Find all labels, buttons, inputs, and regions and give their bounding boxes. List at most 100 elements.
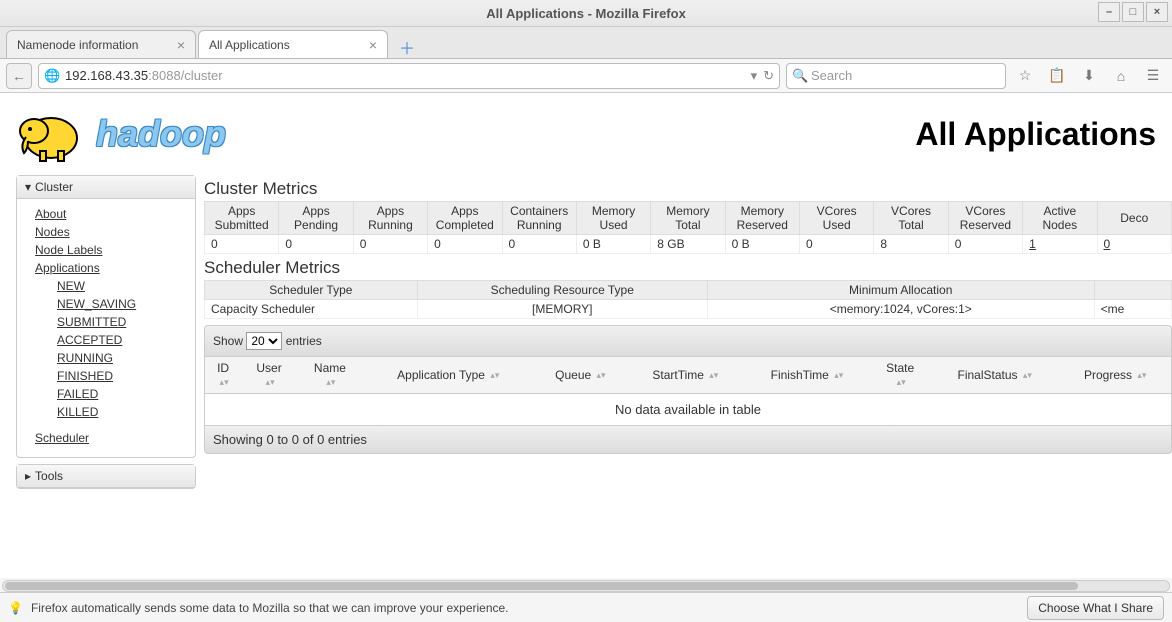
sidebar-head-cluster[interactable]: ▾ Cluster xyxy=(17,176,195,199)
applications-table: ID▴▾ User▴▾ Name▴▾ Application Type ▴▾ Q… xyxy=(204,357,1172,425)
choose-what-i-share-button[interactable]: Choose What I Share xyxy=(1027,596,1164,620)
sidebar-link-node-labels[interactable]: Node Labels xyxy=(35,241,185,259)
sidebar-tools-label: Tools xyxy=(35,469,63,483)
cluster-metrics-title: Cluster Metrics xyxy=(204,179,1172,199)
th-apps-completed[interactable]: Apps Completed xyxy=(428,202,502,235)
sidebar-link-killed[interactable]: KILLED xyxy=(57,403,185,421)
th-memory-reserved[interactable]: Memory Reserved xyxy=(725,202,799,235)
sidebar-link-scheduler[interactable]: Scheduler xyxy=(35,429,185,447)
th-queue[interactable]: Queue ▴▾ xyxy=(534,357,627,394)
sidebar-head-tools[interactable]: ▸ Tools xyxy=(17,465,195,488)
cell: <me xyxy=(1094,300,1171,319)
sidebar-panel-tools: ▸ Tools xyxy=(16,464,196,489)
sidebar-link-running[interactable]: RUNNING xyxy=(57,349,185,367)
th-scheduling-resource-type[interactable]: Scheduling Resource Type xyxy=(417,281,707,300)
th-finishtime[interactable]: FinishTime ▴▾ xyxy=(744,357,871,394)
datatable-top-bar: Show 20 entries xyxy=(204,325,1172,357)
sidebar-link-finished[interactable]: FINISHED xyxy=(57,367,185,385)
window-close-button[interactable]: × xyxy=(1146,2,1168,22)
th-active-nodes[interactable]: Active Nodes xyxy=(1023,202,1097,235)
hadoop-header: hadoop All Applications xyxy=(0,93,1172,165)
th-vcores-used[interactable]: VCores Used xyxy=(800,202,874,235)
info-message: Firefox automatically sends some data to… xyxy=(31,601,509,615)
chevron-down-icon: ▾ xyxy=(25,180,31,194)
th-name[interactable]: Name▴▾ xyxy=(297,357,363,394)
entries-select[interactable]: 20 xyxy=(246,332,282,350)
sort-icon: ▴▾ xyxy=(1023,371,1032,379)
url-bar[interactable]: 🌐 192.168.43.35:8088/cluster ▾ ↻ xyxy=(38,63,780,89)
scrollbar-thumb[interactable] xyxy=(5,582,1078,590)
search-bar[interactable]: 🔍 Search xyxy=(786,63,1006,89)
table-row: Capacity Scheduler [MEMORY] <memory:1024… xyxy=(205,300,1172,319)
th-deco[interactable]: Deco xyxy=(1097,202,1172,235)
th-state[interactable]: State▴▾ xyxy=(870,357,930,394)
hamburger-menu-icon[interactable]: ☰ xyxy=(1140,63,1166,89)
sidebar-link-submitted[interactable]: SUBMITTED xyxy=(57,313,185,331)
th-memory-used[interactable]: Memory Used xyxy=(576,202,650,235)
cell: 8 xyxy=(874,235,948,254)
url-port: :8088 xyxy=(148,68,181,83)
th-starttime[interactable]: StartTime ▴▾ xyxy=(627,357,744,394)
bookmark-star-icon[interactable]: ☆ xyxy=(1012,63,1038,89)
sidebar-link-failed[interactable]: FAILED xyxy=(57,385,185,403)
home-icon[interactable]: ⌂ xyxy=(1108,63,1134,89)
th-memory-total[interactable]: Memory Total xyxy=(651,202,725,235)
th-finalstatus[interactable]: FinalStatus ▴▾ xyxy=(930,357,1059,394)
search-icon: 🔍 xyxy=(792,68,808,84)
hadoop-logo-text: hadoop xyxy=(96,113,226,155)
close-icon[interactable]: × xyxy=(177,37,185,53)
sort-icon: ▴▾ xyxy=(834,371,843,379)
sidebar-link-accepted[interactable]: ACCEPTED xyxy=(57,331,185,349)
th-vcores-total[interactable]: VCores Total xyxy=(874,202,948,235)
window-controls: – □ × xyxy=(1098,2,1168,22)
show-label-pre: Show xyxy=(213,334,243,348)
sidebar-cluster-body: About Nodes Node Labels Applications NEW… xyxy=(17,199,195,457)
th-apps-running[interactable]: Apps Running xyxy=(353,202,427,235)
th-vcores-reserved[interactable]: VCores Reserved xyxy=(948,202,1022,235)
th-progress[interactable]: Progress ▴▾ xyxy=(1059,357,1171,394)
url-path: /cluster xyxy=(181,68,223,83)
hadoop-logo[interactable]: hadoop xyxy=(16,103,226,165)
globe-icon: 🌐 xyxy=(44,68,60,84)
cell-active-nodes-link[interactable]: 1 xyxy=(1023,235,1097,254)
th-id[interactable]: ID▴▾ xyxy=(205,357,242,394)
url-host: 192.168.43.35 xyxy=(65,68,148,83)
new-tab-button[interactable]: ＋ xyxy=(394,36,420,58)
sort-icon: ▴▾ xyxy=(897,378,906,386)
table-header-row: Apps Submitted Apps Pending Apps Running… xyxy=(205,202,1172,235)
window-maximize-button[interactable]: □ xyxy=(1122,2,1144,22)
close-icon[interactable]: × xyxy=(369,37,377,53)
tab-label: Namenode information xyxy=(17,38,138,52)
sidebar-link-new-saving[interactable]: NEW_SAVING xyxy=(57,295,185,313)
th-apps-pending[interactable]: Apps Pending xyxy=(279,202,353,235)
sidebar-link-applications[interactable]: Applications xyxy=(35,259,185,277)
cell: 0 B xyxy=(725,235,799,254)
th-scheduler-type[interactable]: Scheduler Type xyxy=(205,281,418,300)
table-row: 0 0 0 0 0 0 B 8 GB 0 B 0 8 0 1 0 xyxy=(205,235,1172,254)
th-partial[interactable] xyxy=(1094,281,1171,300)
page-content: hadoop All Applications ▾ Cluster About … xyxy=(0,93,1172,578)
th-user[interactable]: User▴▾ xyxy=(241,357,297,394)
nav-back-button[interactable]: ← xyxy=(6,63,32,89)
th-apps-submitted[interactable]: Apps Submitted xyxy=(205,202,279,235)
cell-deco-link[interactable]: 0 xyxy=(1097,235,1172,254)
window-minimize-button[interactable]: – xyxy=(1098,2,1120,22)
horizontal-scrollbar[interactable] xyxy=(2,580,1170,592)
sidebar-link-about[interactable]: About xyxy=(35,205,185,223)
dropdown-icon[interactable]: ▾ xyxy=(751,68,758,84)
clipboard-icon[interactable]: 📋 xyxy=(1044,63,1070,89)
th-containers-running[interactable]: Containers Running xyxy=(502,202,576,235)
cell: 0 xyxy=(428,235,502,254)
cell: 0 xyxy=(279,235,353,254)
sidebar-link-new[interactable]: NEW xyxy=(57,277,185,295)
downloads-icon[interactable]: ⬇ xyxy=(1076,63,1102,89)
reload-icon[interactable]: ↻ xyxy=(763,68,774,84)
cell: 8 GB xyxy=(651,235,725,254)
browser-tab-namenode[interactable]: Namenode information × xyxy=(6,30,196,58)
cell: 0 B xyxy=(576,235,650,254)
browser-tab-bar: Namenode information × All Applications … xyxy=(0,27,1172,59)
th-application-type[interactable]: Application Type ▴▾ xyxy=(363,357,534,394)
sidebar-link-nodes[interactable]: Nodes xyxy=(35,223,185,241)
browser-tab-all-applications[interactable]: All Applications × xyxy=(198,30,388,58)
th-minimum-allocation[interactable]: Minimum Allocation xyxy=(707,281,1094,300)
